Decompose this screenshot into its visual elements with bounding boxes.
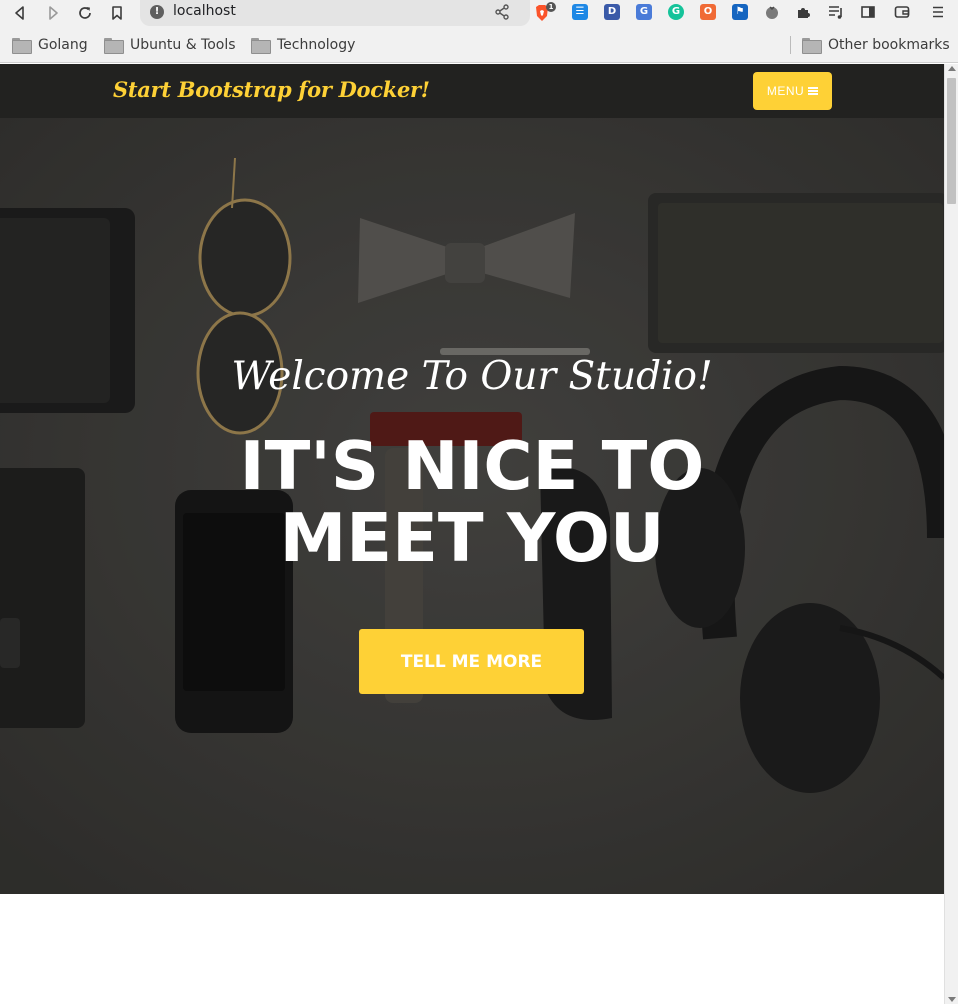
folder-icon bbox=[251, 38, 271, 54]
forward-icon bbox=[49, 6, 58, 20]
sidebar-icon[interactable] bbox=[860, 4, 876, 20]
other-bookmarks-label: Other bookmarks bbox=[828, 37, 950, 53]
page-viewport: Start Bootstrap for Docker! MENU Welcome… bbox=[0, 64, 944, 1004]
back-icon bbox=[15, 6, 24, 20]
tomato-extension-icon[interactable] bbox=[764, 4, 780, 20]
reload-icon bbox=[79, 7, 91, 19]
other-bookmarks-folder[interactable]: Other bookmarks bbox=[802, 35, 950, 55]
folder-icon bbox=[12, 38, 32, 54]
bookmark-label: Ubuntu & Tools bbox=[130, 37, 236, 53]
checklist-extension-icon[interactable]: ☰ bbox=[572, 4, 588, 20]
back-button[interactable] bbox=[9, 2, 31, 24]
folder-icon bbox=[104, 38, 124, 54]
reading-list-icon[interactable] bbox=[828, 4, 844, 20]
address-bar[interactable]: ! localhost bbox=[140, 0, 530, 26]
bookmark-folder-technology[interactable]: Technology bbox=[251, 35, 355, 55]
menu-label: MENU bbox=[766, 84, 805, 98]
grammarly-extension-icon[interactable]: G bbox=[668, 4, 684, 20]
bookmark-folder-golang[interactable]: Golang bbox=[12, 35, 88, 55]
hero-subheading: Welcome To Our Studio! bbox=[231, 354, 713, 399]
scrollbar-thumb[interactable] bbox=[947, 78, 956, 204]
page-scrollbar[interactable] bbox=[944, 64, 958, 1004]
browser-menu-icon[interactable] bbox=[930, 4, 946, 20]
reload-button[interactable] bbox=[74, 2, 96, 24]
scroll-down-arrow-icon[interactable] bbox=[948, 997, 956, 1002]
bookmarks-bar: Golang Ubuntu & Tools Technology Other b… bbox=[0, 27, 958, 63]
site-navbar: Start Bootstrap for Docker! MENU bbox=[0, 64, 944, 118]
menu-button[interactable]: MENU bbox=[753, 72, 832, 110]
bookmarks-separator bbox=[790, 36, 791, 54]
orange-extension-icon[interactable]: O bbox=[700, 4, 716, 20]
hamburger-icon bbox=[808, 87, 819, 95]
bookmark-label: Technology bbox=[277, 37, 356, 53]
folder-icon bbox=[802, 38, 822, 54]
tell-me-more-button[interactable]: TELL ME MORE bbox=[359, 629, 584, 694]
url-text[interactable]: localhost bbox=[173, 3, 236, 19]
bookmark-folder-ubuntu-tools[interactable]: Ubuntu & Tools bbox=[104, 35, 236, 55]
scroll-up-arrow-icon[interactable] bbox=[948, 66, 956, 71]
site-brand[interactable]: Start Bootstrap for Docker! bbox=[113, 77, 430, 102]
extensions-puzzle-icon[interactable] bbox=[796, 4, 812, 20]
wallet-icon[interactable] bbox=[894, 4, 910, 20]
forward-button[interactable] bbox=[42, 2, 64, 24]
browser-toolbar: ! localhost 1 ☰ D G G O ⚑ bbox=[0, 0, 958, 27]
brave-badge-count: 1 bbox=[546, 2, 556, 12]
share-icon[interactable] bbox=[494, 4, 510, 20]
bookmark-label: Golang bbox=[38, 37, 88, 53]
hero-heading: IT'S NICE TO MEET YOU bbox=[239, 427, 705, 577]
bookmark-page-button[interactable] bbox=[106, 2, 128, 24]
translate-extension-icon[interactable]: G bbox=[636, 4, 652, 20]
hero-section: Welcome To Our Studio! IT'S NICE TO MEET… bbox=[0, 118, 944, 894]
bookmark-icon bbox=[112, 6, 122, 20]
flag-extension-icon[interactable]: ⚑ bbox=[732, 4, 748, 20]
services-section bbox=[0, 894, 944, 1004]
d-extension-icon[interactable]: D bbox=[604, 4, 620, 20]
site-info-icon[interactable]: ! bbox=[150, 5, 164, 19]
